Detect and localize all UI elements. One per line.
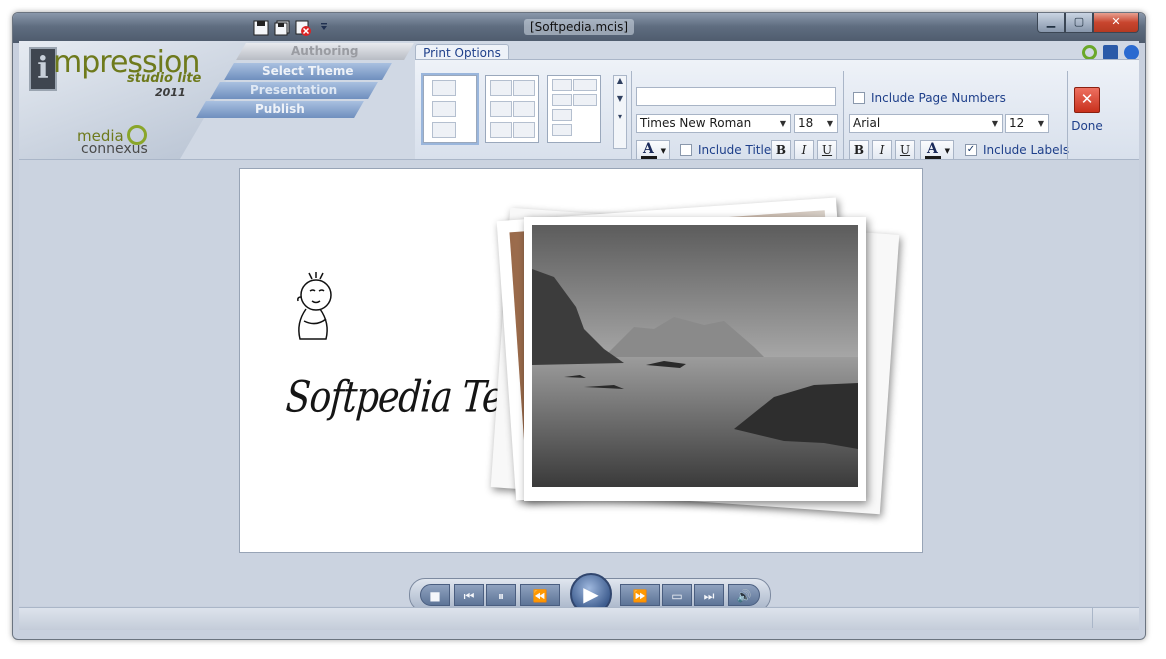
title-underline-button[interactable]: U [817, 140, 837, 160]
header-icons [1082, 45, 1139, 60]
stop-button[interactable]: ■ [420, 584, 450, 606]
logo-year: 2011 [155, 86, 186, 99]
logo-product: studio lite [127, 71, 202, 86]
next-button[interactable]: ⏭ [694, 584, 724, 606]
window-title: [Softpedia.mcis] [13, 19, 1145, 35]
include-page-numbers-label[interactable]: Include Page Numbers [871, 91, 1006, 105]
title-italic-button[interactable]: I [794, 140, 814, 160]
window-controls: ▁ ▢ ✕ [1037, 13, 1139, 33]
label-italic-button[interactable]: I [872, 140, 892, 160]
app-header: i mpression studio lite 2011 media conne… [19, 41, 1139, 160]
separator [843, 71, 844, 159]
app-window: [Softpedia.mcis] ▁ ▢ ✕ i mpression studi… [12, 12, 1146, 640]
done-close-icon: ✕ [1074, 87, 1100, 113]
app-logo: i mpression studio lite 2011 media conne… [19, 41, 249, 159]
nav-authoring[interactable]: Authoring [236, 43, 414, 60]
layout-thumb-1[interactable] [421, 73, 479, 145]
layout-gallery: ▲ ▼ ▾ [421, 73, 627, 157]
title-bold-button[interactable]: B [771, 140, 791, 160]
label-font-color-button[interactable]: A ▼ [920, 140, 954, 160]
title-size-select[interactable]: 18 ▼ [794, 114, 838, 133]
include-labels-label[interactable]: Include Labels [983, 143, 1069, 157]
title-text-input[interactable] [636, 87, 836, 106]
rewind-button[interactable]: ⏪ [520, 584, 560, 606]
separator [1067, 71, 1068, 159]
pause-button[interactable]: ⏸ [486, 584, 516, 606]
separator [631, 71, 632, 159]
include-labels-checkbox[interactable]: ✓ [965, 144, 977, 156]
label-bold-button[interactable]: B [849, 140, 869, 160]
nav-publish[interactable]: Publish [196, 101, 364, 118]
title-bar: [Softpedia.mcis] ▁ ▢ ✕ [13, 13, 1145, 43]
volume-button[interactable]: 🔊 [728, 584, 760, 606]
resize-grip[interactable] [1092, 608, 1133, 628]
maker-line2: connexus [81, 141, 148, 157]
minimize-button[interactable]: ▁ [1037, 13, 1065, 33]
layout-thumb-2[interactable] [485, 75, 539, 143]
title-font-select[interactable]: Times New Roman ▼ [636, 114, 791, 133]
frame-button[interactable]: ▭ [662, 584, 692, 606]
previous-button[interactable]: ⏮ [454, 584, 484, 606]
done-button[interactable]: ✕ Done [1069, 87, 1105, 133]
label-font-select[interactable]: Arial ▼ [849, 114, 1003, 133]
title-font-color-button[interactable]: A ▼ [636, 140, 670, 160]
slide-canvas-area: Softpedia Test ■ ⏮ ⏸ ⏪ ▶ ⏩ ▭ ⏭ 🔊 [19, 159, 1139, 615]
close-button[interactable]: ✕ [1093, 13, 1139, 33]
label-underline-button[interactable]: U [895, 140, 915, 160]
fast-forward-button[interactable]: ⏩ [620, 584, 660, 606]
maximize-button[interactable]: ▢ [1065, 13, 1093, 33]
landscape-photo[interactable] [524, 217, 866, 501]
layout-thumb-3[interactable] [547, 75, 601, 143]
label-size-select[interactable]: 12 ▼ [1005, 114, 1049, 133]
include-title-label[interactable]: Include Title [698, 143, 771, 157]
status-bar [19, 607, 1139, 630]
help-icon[interactable] [1124, 45, 1139, 60]
refresh-icon[interactable] [1082, 45, 1097, 60]
baby-doodle-image [290, 269, 338, 345]
help-topics-icon[interactable] [1103, 45, 1118, 60]
nav-presentation[interactable]: Presentation [210, 82, 378, 99]
gallery-scroll[interactable]: ▲ ▼ ▾ [613, 75, 627, 149]
include-title-checkbox[interactable] [680, 144, 692, 156]
slide-preview[interactable]: Softpedia Test [239, 168, 923, 553]
nav-select-theme[interactable]: Select Theme [224, 63, 392, 80]
include-page-numbers-checkbox[interactable] [853, 92, 865, 104]
done-label: Done [1071, 119, 1103, 133]
